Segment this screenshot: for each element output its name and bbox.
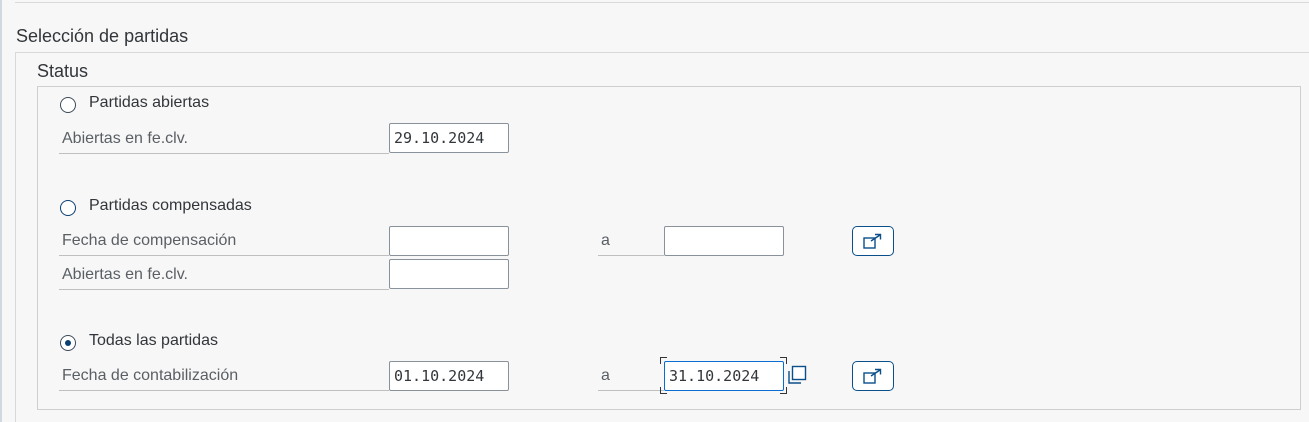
posting-date-from-input[interactable]: 01.10.2024 xyxy=(389,361,509,391)
clearing-date-to-input[interactable] xyxy=(664,226,784,256)
multiple-selection-arrow-icon xyxy=(863,233,882,249)
clearing-date-to-label: a xyxy=(598,226,664,256)
clearing-date-from-input[interactable] xyxy=(389,226,509,256)
cleared-key-date-label: Abiertas en fe.clv. xyxy=(59,260,389,290)
focus-corner xyxy=(780,387,787,394)
radio-cleared-items[interactable] xyxy=(60,200,76,216)
top-divider xyxy=(15,0,1309,3)
clearing-multiple-selection-button[interactable] xyxy=(852,226,894,256)
radio-all-items[interactable] xyxy=(60,335,76,351)
focus-corner xyxy=(780,357,787,364)
posting-date-label: Fecha de contabilización xyxy=(59,361,389,391)
value-help-icon[interactable] xyxy=(786,364,808,386)
group-title: Status xyxy=(37,61,89,81)
radio-open-items[interactable] xyxy=(60,97,76,113)
section-title: Selección de partidas xyxy=(16,26,189,46)
cleared-key-date-input[interactable] xyxy=(389,259,509,289)
radio-cleared-items-label: Partidas compensadas xyxy=(89,197,252,214)
focus-corner xyxy=(660,357,667,364)
radio-open-items-label: Partidas abiertas xyxy=(89,94,210,111)
focus-corner xyxy=(660,387,667,394)
clearing-date-label: Fecha de compensación xyxy=(59,226,389,256)
posting-date-to-input[interactable]: 31.10.2024 xyxy=(664,361,784,391)
multiple-selection-arrow-icon xyxy=(863,368,882,384)
posting-date-to-label: a xyxy=(598,361,664,391)
posting-multiple-selection-button[interactable] xyxy=(852,361,894,391)
open-key-date-input[interactable]: 29.10.2024 xyxy=(389,123,509,153)
open-key-date-label: Abiertas en fe.clv. xyxy=(59,124,389,154)
left-border xyxy=(0,0,2,422)
radio-all-items-label: Todas las partidas xyxy=(89,332,218,349)
